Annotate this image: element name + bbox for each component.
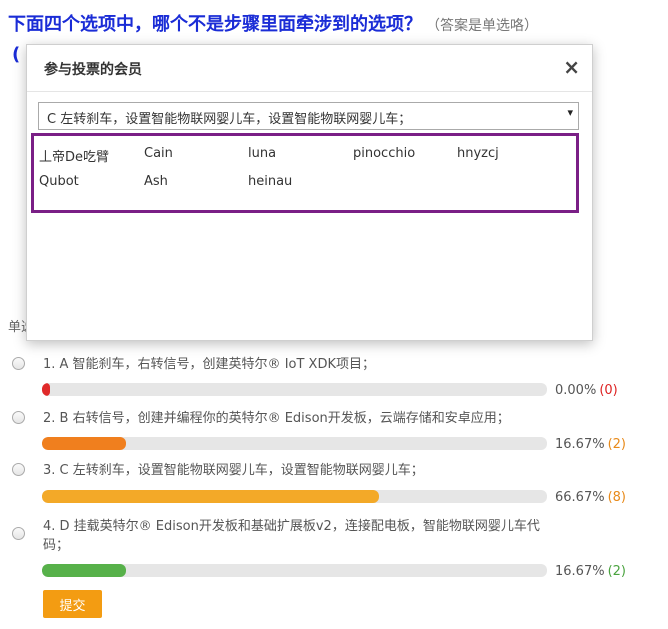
option-2-stat: 16.67% (2)	[555, 437, 626, 452]
option-3-radio[interactable]	[12, 463, 25, 476]
chevron-down-icon: ▾	[567, 106, 573, 119]
voters-modal: 参与投票的会员 × C 左转刹车，设置智能物联网婴儿车，设置智能物联网婴儿车； …	[26, 44, 593, 341]
voters-list: 丄帝De吃臂 Cain luna pinocchio hnyzcj Qubot …	[31, 133, 579, 213]
voter-name: Ash	[144, 174, 168, 189]
option-1-count: (0)	[599, 383, 618, 398]
question-paren-fragment: (	[12, 44, 21, 65]
option-4-stat: 16.67% (2)	[555, 564, 626, 579]
question-text: 下面四个选项中，哪个不是步骤里面牵涉到的选项？	[8, 14, 422, 35]
option-1-stat: 0.00% (0)	[555, 383, 618, 398]
option-3-stat: 66.67% (8)	[555, 490, 626, 505]
option-2-progress-fill	[42, 437, 126, 450]
option-1-progress-track	[42, 383, 547, 396]
option-2-percent: 16.67%	[555, 437, 605, 452]
voter-name: Cain	[144, 146, 173, 161]
voter-name: pinocchio	[353, 146, 416, 161]
voter-name: luna	[248, 146, 277, 161]
option-3-percent: 66.67%	[555, 490, 605, 505]
option-1-label: 1. A 智能刹车，右转信号，创建英特尔® IoT XDK项目；	[43, 357, 375, 372]
voter-name: 丄帝De吃臂	[39, 150, 110, 165]
option-select[interactable]: C 左转刹车，设置智能物联网婴儿车，设置智能物联网婴儿车； ▾	[38, 102, 579, 130]
option-2-progress-track	[42, 437, 547, 450]
voter-name: heinau	[248, 174, 293, 189]
option-3-count: (8)	[607, 490, 626, 505]
question-hint: （答案是单选咯）	[426, 18, 538, 34]
option-3-progress-track	[42, 490, 547, 503]
modal-title: 参与投票的会员	[44, 62, 142, 78]
option-4-progress-fill	[42, 564, 126, 577]
option-2-radio[interactable]	[12, 411, 25, 424]
question-heading: 下面四个选项中，哪个不是步骤里面牵涉到的选项？ （答案是单选咯）	[8, 10, 658, 36]
voter-name: Qubot	[39, 174, 79, 189]
option-1-progress-fill	[42, 383, 50, 396]
option-3-progress-fill	[42, 490, 379, 503]
option-4-count: (2)	[607, 564, 626, 579]
modal-header: 参与投票的会员 ×	[27, 45, 592, 92]
voter-name: hnyzcj	[457, 146, 499, 161]
option-1-percent: 0.00%	[555, 383, 597, 398]
option-4-radio[interactable]	[12, 527, 25, 540]
option-4-label: 4. D 挂载英特尔® Edison开发板和基础扩展板v2，连接配电板，智能物联…	[43, 519, 540, 553]
close-icon[interactable]: ×	[563, 55, 580, 79]
option-4-progress-track	[42, 564, 547, 577]
option-4-percent: 16.67%	[555, 564, 605, 579]
option-2-count: (2)	[607, 437, 626, 452]
option-select-value: C 左转刹车，设置智能物联网婴儿车，设置智能物联网婴儿车；	[47, 112, 412, 127]
submit-button[interactable]: 提交	[43, 590, 102, 618]
option-3-label: 3. C 左转刹车，设置智能物联网婴儿车，设置智能物联网婴儿车；	[43, 463, 424, 478]
option-2-label: 2. B 右转信号，创建并编程你的英特尔® Edison开发板，云端存储和安卓应…	[43, 411, 510, 426]
option-1-radio[interactable]	[12, 357, 25, 370]
